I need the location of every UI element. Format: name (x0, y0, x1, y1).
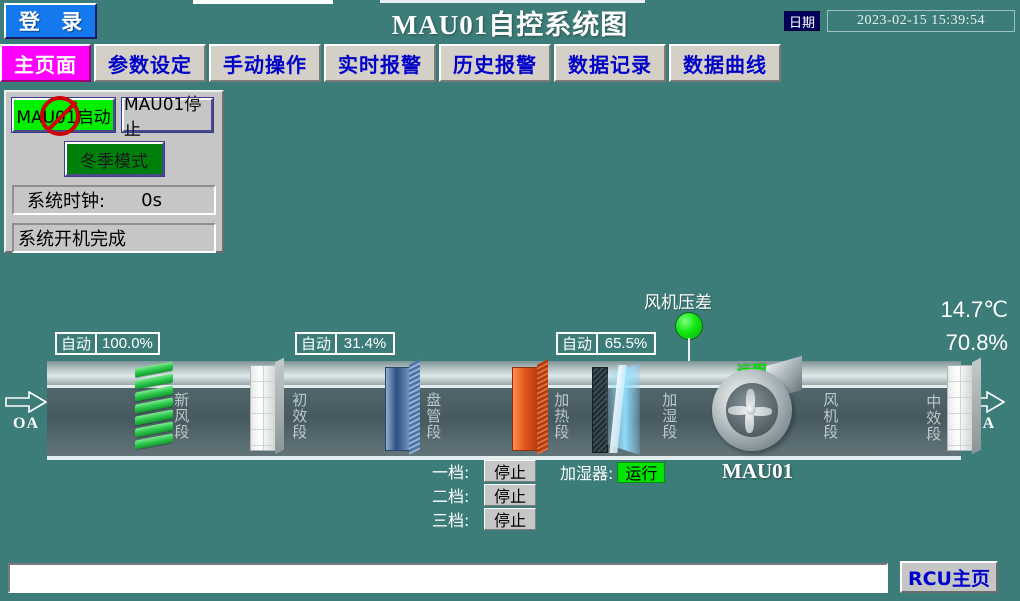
stage2-label: 二档: (432, 487, 470, 506)
section-label-humidifier: 加湿段 (660, 392, 679, 440)
humidifier-value: 65.5% (604, 335, 648, 352)
stage3-status: 停止 (484, 508, 537, 530)
medium-filter-icon (947, 365, 973, 451)
tab-home[interactable]: 主页面 (0, 44, 91, 82)
section-label-medium-filter: 中效段 (924, 394, 943, 442)
coil-valve-value: 31.4% (343, 335, 387, 352)
fan-stage-status-list: 一档: 停止 二档: 停止 三档: 停止 (432, 460, 537, 532)
section-label-primary-filter: 初效段 (290, 392, 309, 440)
section-label-fan: 风机段 (821, 392, 840, 440)
hmi-screen: 登 录 MAU01自控系统图 日期 2023-02-15 15:39:54 主页… (0, 0, 1020, 601)
system-clock-value: 0s (141, 189, 162, 211)
primary-filter-icon (250, 365, 276, 451)
date-label: 日期 (784, 11, 820, 31)
stage-row: 三档: 停止 (432, 508, 537, 530)
humidifier-auto-box[interactable]: 自动 65.5% (556, 332, 657, 355)
stage3-label: 三档: (432, 511, 470, 530)
unit-name-label: MAU01 (722, 459, 794, 483)
datetime-display: 2023-02-15 15:39:54 (827, 10, 1015, 32)
arrow-right-icon (5, 391, 47, 413)
cooling-coil-icon (385, 367, 410, 451)
tab-data-log[interactable]: 数据记录 (554, 44, 666, 82)
outside-air-label: OA (13, 415, 39, 432)
tab-realtime-alarm[interactable]: 实时报警 (324, 44, 436, 82)
section-label-fresh-air: 新风段 (172, 392, 191, 440)
system-clock-field: 系统时钟: 0s (12, 185, 216, 215)
damper-value: 100.0% (102, 335, 153, 352)
control-panel: MAU01启动 MAU01停止 冬季模式 系统时钟: 0s 系统开机完成 (4, 90, 224, 253)
humidifier-icon (592, 363, 644, 455)
rcu-home-button[interactable]: RCU主页 (900, 561, 998, 593)
fresh-air-damper-icon (135, 361, 175, 457)
system-status-field: 系统开机完成 (12, 223, 216, 253)
section-label-coil: 盘管段 (424, 392, 443, 440)
duct-top-face (47, 361, 961, 385)
system-clock-label: 系统时钟: (27, 191, 106, 212)
humidifier-status-label: 加湿器: (560, 464, 614, 483)
stage-row: 一档: 停止 (432, 460, 537, 482)
tab-parameters[interactable]: 参数设定 (94, 44, 206, 82)
coil-valve-auto-box[interactable]: 自动 31.4% (295, 332, 396, 355)
mau01-start-button[interactable]: MAU01启动 (11, 96, 116, 136)
outside-air-inlet: OA (5, 391, 47, 433)
ahu-duct-diagram: 新风段 初效段 盘管段 加热段 加湿段 远程 风机段 (47, 355, 973, 462)
control-panel-row: MAU01启动 MAU01停止 (11, 95, 216, 140)
damper-auto-box[interactable]: 自动 100.0% (55, 332, 160, 355)
section-label-heater: 加热段 (552, 392, 571, 440)
mau01-start-label: MAU01启动 (16, 107, 111, 128)
tab-history-alarm[interactable]: 历史报警 (439, 44, 551, 82)
supply-humidity-readout: 70.8% (945, 330, 1008, 355)
humidifier-status-value: 运行 (617, 461, 666, 483)
stage1-status: 停止 (484, 460, 537, 482)
coil-valve-mode-label: 自动 (301, 335, 332, 353)
stage2-status: 停止 (484, 484, 537, 506)
season-mode-button[interactable]: 冬季模式 (63, 141, 165, 177)
stage-row: 二档: 停止 (432, 484, 537, 506)
tab-data-trend[interactable]: 数据曲线 (669, 44, 781, 82)
supply-fan-icon (710, 355, 810, 457)
mau01-stop-button[interactable]: MAU01停止 (121, 95, 214, 140)
supply-temperature-readout: 14.7℃ (940, 297, 1008, 322)
fan-pressure-label: 风机压差 (644, 293, 712, 313)
humidifier-mode-label: 自动 (562, 335, 593, 353)
tab-manual[interactable]: 手动操作 (209, 44, 321, 82)
alarm-message-bar (8, 563, 888, 593)
heating-coil-icon (512, 367, 538, 451)
fan-pressure-lamp-icon (675, 312, 703, 340)
tab-bar: 主页面 参数设定 手动操作 实时报警 历史报警 数据记录 数据曲线 (0, 44, 784, 82)
stage1-label: 一档: (432, 463, 470, 482)
humidifier-status-row: 加湿器: 运行 (560, 460, 666, 484)
damper-mode-label: 自动 (61, 335, 92, 353)
